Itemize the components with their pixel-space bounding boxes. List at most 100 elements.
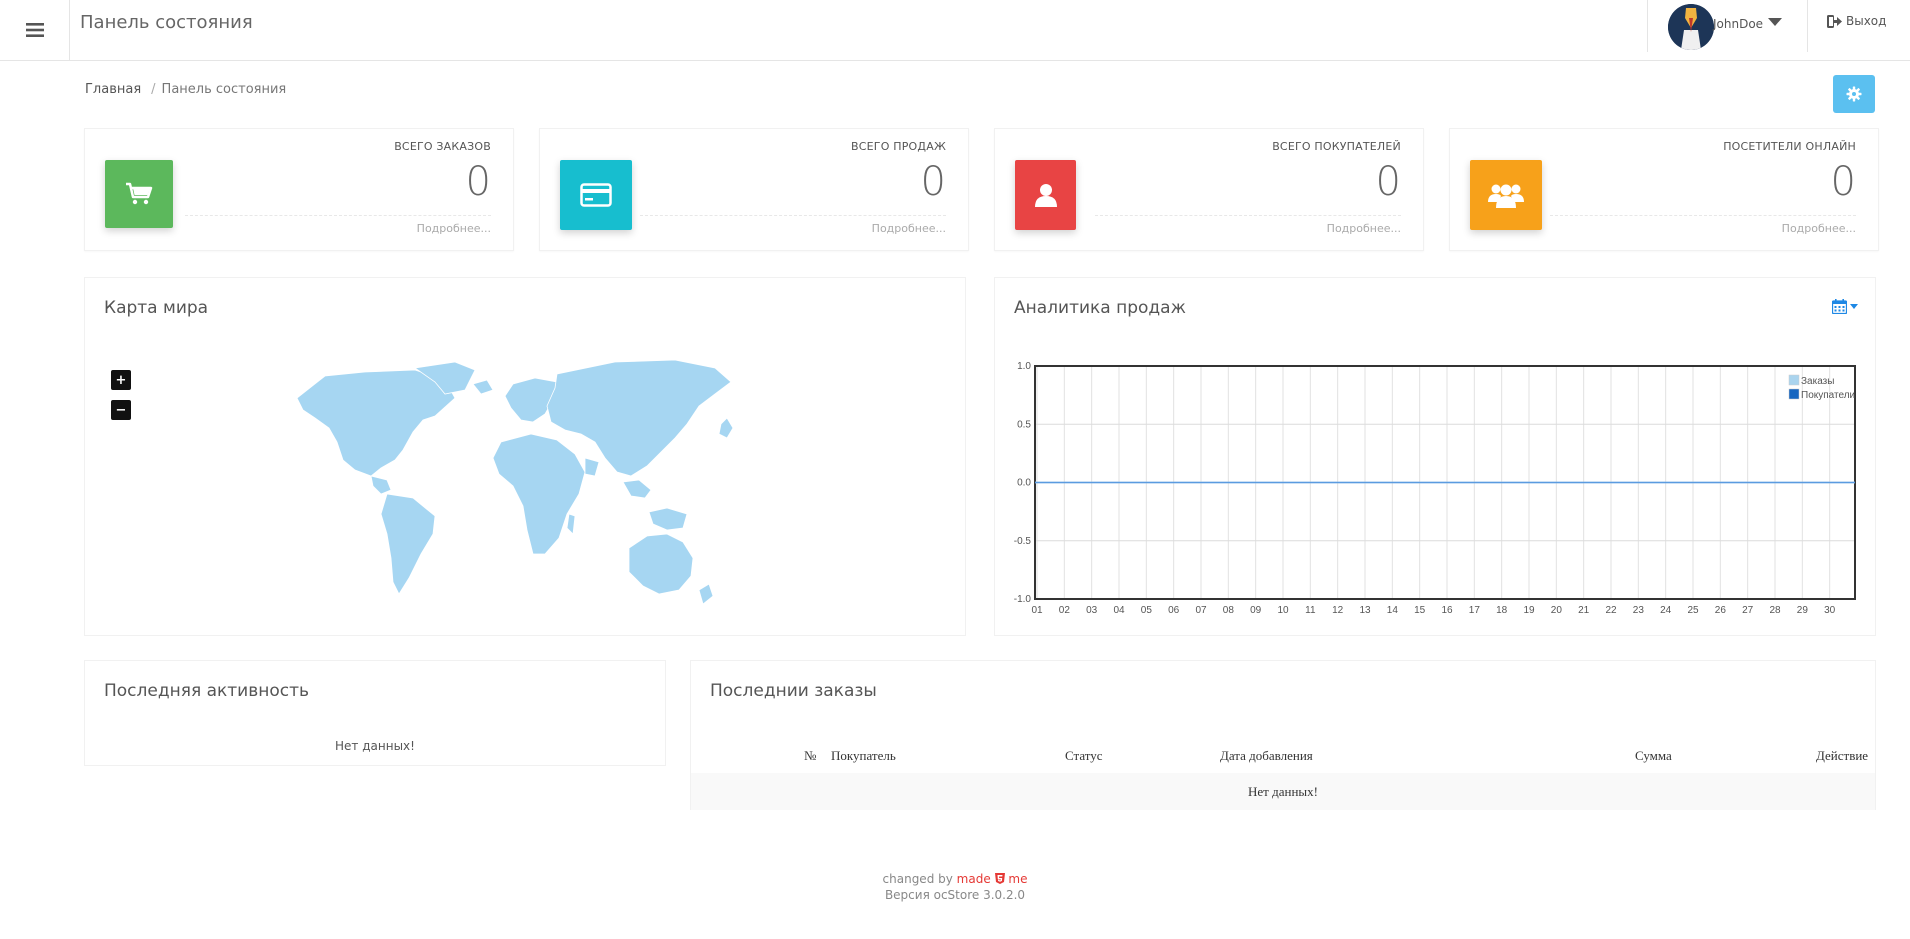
settings-button[interactable] (1833, 75, 1875, 113)
menu-toggle-button[interactable] (0, 0, 70, 60)
column-total[interactable]: Сумма (1635, 748, 1672, 764)
column-action[interactable]: Действие (1816, 748, 1868, 764)
footer-credit: changed by made me (0, 872, 1910, 886)
x-tick-label: 09 (1250, 605, 1262, 616)
x-tick-label: 06 (1168, 605, 1180, 616)
x-tick-label: 16 (1441, 605, 1453, 616)
tile-total-sales: ВСЕГО ПРОДАЖ 0 Подробнее... (539, 128, 969, 251)
page-title: Панель состояния (80, 12, 253, 33)
tile-value: 0 (465, 159, 491, 205)
x-tick-label: 23 (1633, 605, 1645, 616)
shopping-cart-icon (126, 182, 153, 205)
top-bar: Панель состояния JohnDoe Выход (0, 0, 1910, 61)
tile-value: 0 (920, 159, 946, 205)
x-tick-label: 12 (1332, 605, 1344, 616)
x-tick-label: 22 (1605, 605, 1617, 616)
x-tick-label: 07 (1195, 605, 1207, 616)
tile-label: ВСЕГО ПРОДАЖ (851, 140, 946, 153)
tile-icon-box (560, 160, 632, 230)
tile-online-visitors: ПОСЕТИТЕЛИ ОНЛАЙН 0 Подробнее... (1449, 128, 1879, 251)
sales-analytics-chart: 1.0 0.5 0.0 -0.5 -1.001 02 03 04 05 06 07 08 09 10 11 1… (1014, 361, 1856, 616)
legend-label: Покупатели (1801, 390, 1855, 401)
x-tick-label: 25 (1687, 605, 1699, 616)
column-customer[interactable]: Покупатель (831, 748, 896, 764)
gear-icon (1846, 86, 1862, 102)
legend-swatch (1788, 374, 1800, 386)
column-date-added[interactable]: Дата добавления (1220, 748, 1313, 764)
world-map-panel: Карта мира + − (84, 277, 966, 636)
recent-activity-panel: Последняя активность Нет данных! (84, 660, 666, 766)
caret-down-icon (1768, 18, 1782, 26)
breadcrumb-home-link[interactable]: Главная (85, 82, 141, 97)
x-tick-label: 15 (1414, 605, 1426, 616)
avatar (1668, 4, 1714, 50)
x-tick-label: 24 (1660, 605, 1672, 616)
empty-message: Нет данных! (335, 739, 415, 753)
tile-label: ПОСЕТИТЕЛИ ОНЛАЙН (1723, 140, 1856, 153)
breadcrumb-current[interactable]: Панель состояния (162, 82, 287, 97)
user-menu[interactable]: JohnDoe (1647, 0, 1808, 52)
tile-icon-box (1470, 160, 1542, 230)
x-tick-label: 28 (1769, 605, 1781, 616)
x-tick-label: 05 (1141, 605, 1153, 616)
world-map[interactable] (295, 358, 745, 618)
panel-title: Последнии заказы (710, 681, 877, 701)
tile-total-orders: ВСЕГО ЗАКАЗОВ 0 Подробнее... (84, 128, 514, 251)
credit-card-icon (580, 183, 612, 207)
x-tick-label: 08 (1223, 605, 1235, 616)
tile-more-link[interactable]: Подробнее... (1782, 222, 1856, 235)
tile-more-link[interactable]: Подробнее... (1327, 222, 1401, 235)
html5-icon (994, 873, 1005, 884)
x-tick-label: 10 (1277, 605, 1289, 616)
x-tick-label: 21 (1578, 605, 1590, 616)
x-tick-label: 26 (1715, 605, 1727, 616)
map-zoom-out-button[interactable]: − (111, 400, 131, 420)
x-tick-label: 19 (1523, 605, 1535, 616)
x-tick-label: 20 (1551, 605, 1563, 616)
column-status[interactable]: Статус (1065, 748, 1103, 764)
logout-label: Выход (1846, 14, 1887, 28)
x-tick-label: 29 (1797, 605, 1809, 616)
y-tick-label: -1.0 (1014, 594, 1032, 605)
logout-button[interactable]: Выход (1827, 14, 1886, 28)
x-tick-label: 02 (1059, 605, 1071, 616)
x-tick-label: 01 (1031, 605, 1043, 616)
x-tick-label: 04 (1113, 605, 1125, 616)
x-tick-label: 17 (1469, 605, 1481, 616)
x-tick-label: 03 (1086, 605, 1098, 616)
legend-swatch (1788, 388, 1800, 400)
y-tick-label: 1.0 (1017, 361, 1031, 372)
breadcrumb: Главная / Панель состояния (85, 82, 287, 97)
tile-label: ВСЕГО ПОКУПАТЕЛЕЙ (1272, 140, 1401, 153)
latest-orders-panel: Последнии заказы № Покупатель Статус Дат… (690, 660, 1876, 810)
x-tick-label: 13 (1359, 605, 1371, 616)
user-icon (1034, 184, 1057, 207)
y-tick-label: 0.0 (1017, 478, 1031, 489)
tile-total-customers: ВСЕГО ПОКУПАТЕЛЕЙ 0 Подробнее... (994, 128, 1424, 251)
footer-version: Версия ocStore 3.0.2.0 (884, 888, 1026, 902)
map-zoom-in-button[interactable]: + (111, 370, 131, 390)
orders-empty-row: Нет данных! (691, 773, 1875, 810)
x-tick-label: 30 (1824, 605, 1836, 616)
tile-value: 0 (1830, 159, 1856, 205)
y-tick-label: 0.5 (1017, 419, 1031, 430)
x-tick-label: 11 (1305, 605, 1316, 616)
x-tick-label: 14 (1387, 605, 1399, 616)
tile-label: ВСЕГО ЗАКАЗОВ (394, 140, 491, 153)
user-name: JohnDoe (1713, 17, 1764, 31)
sales-analytics-panel: Аналитика продаж 1.0 0.5 0.0 -0.5 -1.0 01 02 03… (994, 277, 1876, 636)
tile-more-link[interactable]: Подробнее... (417, 222, 491, 235)
orders-table-header: № Покупатель Статус Дата добавления Сумм… (691, 741, 1875, 774)
footer-made-link[interactable]: made me (957, 872, 1028, 886)
tile-more-link[interactable]: Подробнее... (872, 222, 946, 235)
tile-value: 0 (1375, 159, 1401, 205)
users-icon (1488, 184, 1524, 208)
y-tick-label: -0.5 (1014, 536, 1032, 547)
tile-icon-box (105, 160, 173, 228)
panel-title: Карта мира (104, 298, 209, 318)
footer-changed-by: changed by (882, 872, 953, 886)
hamburger-icon (25, 23, 44, 37)
tile-icon-box (1015, 160, 1076, 230)
x-tick-label: 18 (1496, 605, 1508, 616)
column-number[interactable]: № (804, 748, 816, 764)
